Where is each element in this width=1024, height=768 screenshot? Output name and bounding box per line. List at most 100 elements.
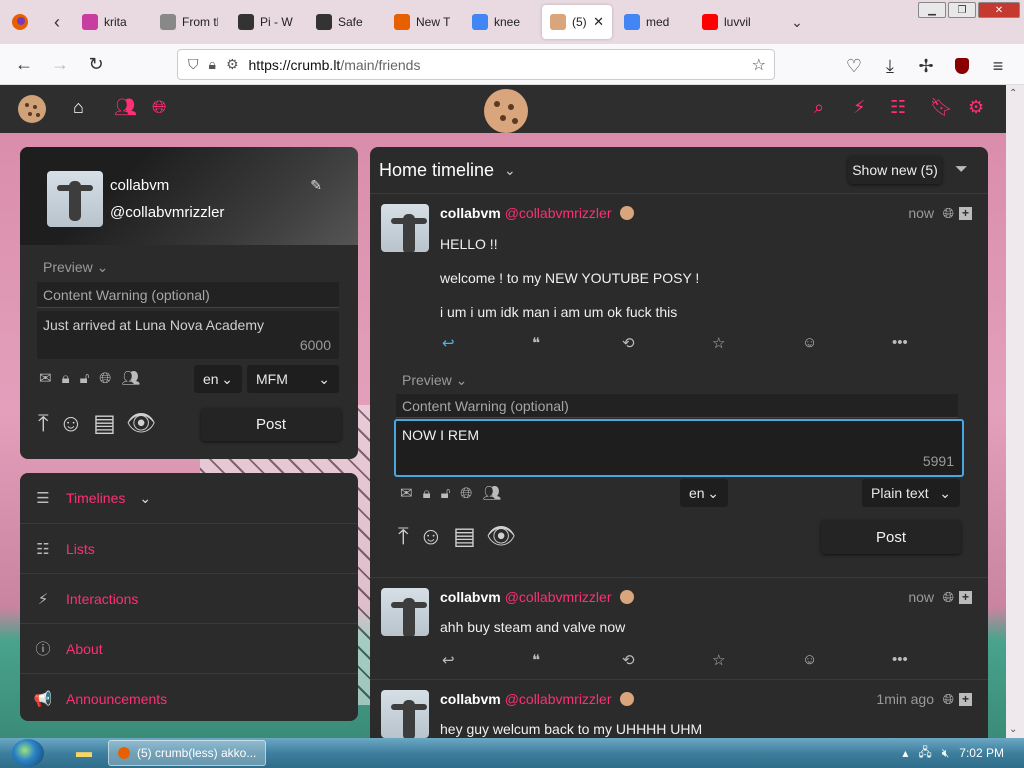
minimize-button[interactable]: ▁ [918, 2, 946, 18]
emoji-icon[interactable]: ☺ [419, 523, 444, 551]
maximize-button[interactable]: ❐ [948, 2, 976, 18]
users-icon[interactable]: 👥︎ [114, 97, 137, 118]
url-bar[interactable]: ⛉ 🔒︎ ⚙︎ https://crumb.lt/main/friends ☆ [177, 49, 775, 80]
preview-toggle[interactable]: Preview ⌄ [402, 372, 467, 389]
expand-icon[interactable]: + [959, 693, 972, 706]
lock-icon[interactable]: 🔒︎ [62, 370, 70, 387]
sidebar-item[interactable]: ☰ Timelines ⌄ [20, 473, 358, 523]
expand-icon[interactable]: + [959, 591, 972, 604]
scroll-down-arrow-icon[interactable]: ⌄ [1009, 724, 1017, 735]
unlock-icon[interactable]: 🔓︎ [441, 485, 451, 502]
repeat-icon[interactable]: ⟲ [622, 334, 712, 352]
close-window-button[interactable]: ✕ [978, 2, 1020, 18]
preview-toggle[interactable]: Preview ⌄ [43, 259, 108, 276]
lock-icon[interactable]: 🔒︎ [423, 485, 431, 502]
poll-icon[interactable]: ▤ [93, 409, 116, 438]
quote-icon[interactable]: ❝ [532, 651, 622, 669]
close-tab-icon[interactable]: ✕ [593, 14, 604, 30]
reply-textarea[interactable]: NOW I REM 5991 [394, 419, 964, 477]
poll-icon[interactable]: ▤ [453, 522, 476, 551]
content-warning-field[interactable]: Content Warning (optional) [37, 282, 339, 308]
emoji-react-icon[interactable]: ☺ [802, 651, 892, 669]
browser-tab[interactable]: krita [74, 5, 148, 39]
edit-profile-icon[interactable]: ✎ [310, 177, 322, 194]
site-logo-icon[interactable] [18, 95, 46, 123]
tracking-shield-icon[interactable]: ⛉ [188, 56, 199, 73]
search-icon[interactable]: ⌕ [814, 97, 824, 118]
firefox-view-button[interactable] [0, 0, 40, 44]
list-all-tabs-button[interactable]: ⌄ [782, 0, 812, 44]
clock[interactable]: 7:02 PM [959, 746, 1004, 760]
list-icon[interactable]: ☷ [890, 97, 906, 118]
browser-tab[interactable]: Safe [308, 5, 382, 39]
emoji-icon[interactable]: ☺ [59, 410, 84, 438]
show-new-button[interactable]: Show new (5) [848, 156, 942, 184]
status-time[interactable]: now [908, 205, 934, 221]
status-handle[interactable]: @collabvmrizzler [505, 205, 612, 221]
expand-icon[interactable]: + [959, 207, 972, 220]
browser-tab[interactable]: (5) ✕ [542, 5, 612, 39]
timeline-title[interactable]: Home timeline [379, 160, 494, 181]
compose-textarea[interactable]: Just arrived at Luna Nova Academy 6000 [37, 311, 339, 359]
bookmark-icon[interactable]: 🔖︎ [930, 97, 953, 118]
language-select[interactable]: en ⌄ [680, 479, 728, 507]
status-author[interactable]: collabvm @collabvmrizzler [440, 205, 634, 221]
quote-icon[interactable]: ❝ [532, 334, 622, 352]
avatar[interactable] [47, 171, 103, 227]
content-warning-field[interactable]: Content Warning (optional) [396, 394, 958, 418]
browser-tab[interactable]: From the [152, 5, 226, 39]
cookie-logo-icon[interactable] [484, 89, 528, 133]
reply-icon[interactable]: ↩ [442, 334, 532, 352]
reload-button[interactable]: ↻ [78, 46, 114, 82]
language-select[interactable]: en ⌄ [194, 365, 242, 393]
globe-icon[interactable]: 🌐︎ [99, 370, 111, 387]
scroll-up-arrow-icon[interactable]: ⌃ [1009, 88, 1017, 99]
status-avatar[interactable] [381, 690, 429, 738]
ublock-icon[interactable] [944, 48, 980, 84]
sidebar-item[interactable]: 📢 Announcements [20, 673, 358, 723]
hide-eye-icon[interactable]: 👁︎ [126, 409, 156, 438]
status-time[interactable]: 1min ago [876, 691, 934, 707]
unlock-icon[interactable]: 🔓︎ [80, 370, 90, 387]
browser-tab[interactable]: New T [386, 5, 460, 39]
bolt-icon[interactable]: ⚡︎ [853, 97, 866, 118]
browser-tab[interactable]: luvvil [694, 5, 768, 39]
more-icon[interactable]: ••• [892, 651, 982, 669]
taskbar-firefox-task[interactable]: (5) crumb(less) akko... [108, 740, 266, 766]
format-select[interactable]: MFM ⌄ [247, 365, 339, 393]
status-author[interactable]: collabvm @collabvmrizzler [440, 589, 634, 605]
globe-icon[interactable]: 🌐︎ [460, 485, 472, 502]
chevron-down-icon[interactable]: ⌄ [139, 490, 151, 507]
file-explorer-icon[interactable]: ▬ [64, 739, 104, 767]
start-button[interactable] [12, 739, 44, 767]
upload-icon[interactable]: ⤒ [38, 410, 49, 438]
star-icon[interactable]: ☆ [712, 651, 802, 669]
users-icon[interactable]: 👥︎ [121, 369, 140, 387]
users-icon[interactable]: 👥︎ [482, 484, 501, 502]
status-time[interactable]: now [908, 589, 934, 605]
page-scrollbar[interactable]: ⌃ ⌄ [1006, 85, 1024, 738]
envelope-icon[interactable]: ✉ [400, 484, 413, 502]
more-icon[interactable]: ••• [892, 334, 982, 352]
emoji-react-icon[interactable]: ☺ [802, 334, 892, 352]
back-button[interactable]: ← [6, 46, 42, 82]
extensions-icon[interactable]: ✢ [908, 48, 944, 84]
reply-post-button[interactable]: Post [821, 520, 961, 554]
network-icon[interactable]: 🖧︎ [918, 743, 931, 764]
star-icon[interactable]: ☆ [712, 334, 802, 352]
downloads-icon[interactable]: ⤓ [872, 48, 908, 84]
sidebar-item[interactable]: ⓘ About [20, 623, 358, 673]
browser-tab[interactable]: knee [464, 5, 538, 39]
lock-icon[interactable]: 🔒︎ [209, 56, 216, 73]
chevron-down-icon[interactable]: ⌄ [504, 162, 516, 179]
sidebar-item[interactable]: ☷ Lists [20, 523, 358, 573]
url-text[interactable]: https://crumb.lt/main/friends [249, 57, 421, 73]
envelope-icon[interactable]: ✉ [39, 369, 52, 387]
bookmark-star-icon[interactable]: ☆ [752, 55, 766, 75]
format-select[interactable]: Plain text ⌄ [862, 479, 960, 507]
forward-button[interactable]: → [42, 46, 78, 82]
home-icon[interactable]: ⌂ [73, 97, 84, 118]
hide-eye-icon[interactable]: 👁︎ [486, 522, 516, 551]
status-handle[interactable]: @collabvmrizzler [505, 691, 612, 707]
tab-scroll-left-button[interactable]: ‹ [40, 0, 74, 44]
